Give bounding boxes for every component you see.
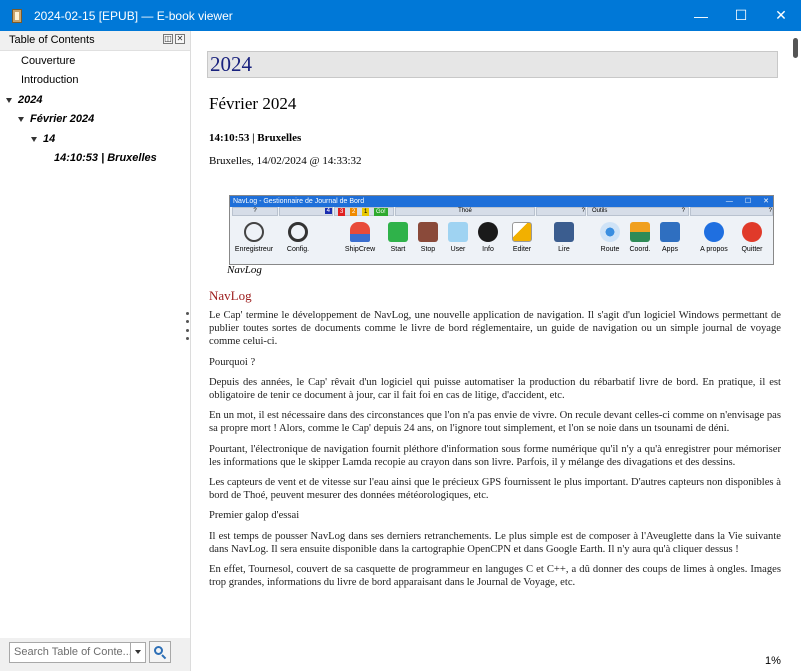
entry-location-line: Bruxelles, 14/02/2024 @ 14:33:32 xyxy=(209,155,362,167)
toc-item-label: Introduction xyxy=(21,74,79,86)
toc-item-label: 2024 xyxy=(18,94,43,106)
toc-sidebar: Table of Contents ◫ ✕ Couverture Introdu… xyxy=(0,31,191,671)
paragraph: Les capteurs de vent et de vitesse sur l… xyxy=(209,477,781,502)
navlog-ribbon-groups: ? 4 3 2 1 Go! Thoé ? Outils? ? xyxy=(230,207,775,216)
paragraph: Le Cap' termine le développement de NavL… xyxy=(209,310,781,348)
paragraph: Pourquoi ? xyxy=(209,356,256,368)
navlog-apropos-button: A propos xyxy=(694,217,734,264)
toc-item-label: Février 2024 xyxy=(30,113,95,125)
minimize-button[interactable]: — xyxy=(681,0,721,31)
article-title: NavLog xyxy=(209,288,252,303)
toc-item-label: Couverture xyxy=(21,55,76,67)
toc-search-input[interactable]: Search Table of Conte... xyxy=(9,641,131,663)
navlog-title-bar: NavLog - Gestionnaire de Journal de Bord… xyxy=(230,196,773,207)
search-icon xyxy=(154,646,167,660)
toc-item-label: 14:10:53 | Bruxelles xyxy=(54,152,157,164)
close-button[interactable]: ✕ xyxy=(761,0,801,31)
window-titlebar: 2024-02-15 [EPUB] — E-book viewer — ☐ ✕ xyxy=(0,0,801,31)
expand-arrow-icon[interactable] xyxy=(6,97,12,103)
toc-header-label: Table of Contents xyxy=(9,34,95,46)
toc-header: Table of Contents ◫ ✕ xyxy=(0,31,191,49)
entry-heading: 14:10:53 | Bruxelles xyxy=(209,132,302,144)
navlog-apps-button: Apps xyxy=(650,217,690,264)
toc-item-label: 14 xyxy=(43,133,56,145)
close-panel-button[interactable]: ✕ xyxy=(175,34,185,44)
expand-arrow-icon[interactable] xyxy=(31,136,37,142)
reading-progress-percent: 1% xyxy=(765,655,781,667)
toc-item-14-10-53-bruxelles[interactable]: 14:10:53 | Bruxelles xyxy=(54,149,157,167)
scrollbar-thumb[interactable] xyxy=(793,38,798,58)
book-content: 2024 Février 2024 14:10:53 | Bruxelles B… xyxy=(192,31,801,671)
toc-item-introduction[interactable]: Introduction xyxy=(21,71,78,89)
chapter-heading: 2024 xyxy=(207,51,778,78)
float-panel-button[interactable]: ◫ xyxy=(163,34,173,44)
vertical-scrollbar[interactable] xyxy=(789,31,801,653)
navlog-quitter-button: Quitter xyxy=(732,217,772,264)
paragraph: Depuis des années, le Cap' rêvait d'un l… xyxy=(209,376,781,402)
navlog-editer-button: Editer xyxy=(502,217,542,264)
search-history-dropdown[interactable] xyxy=(131,641,146,663)
toc-item-fevrier-2024[interactable]: Février 2024 xyxy=(18,110,94,128)
paragraph: En un mot, il est nécessaire dans des ci… xyxy=(209,410,781,435)
toc-item-2024[interactable]: 2024 xyxy=(6,91,42,109)
navlog-toolbar: Enregistreur Config. ShipCrew Start Stop… xyxy=(230,217,775,264)
toc-search-bar: Search Table of Conte... xyxy=(9,641,171,663)
window-title: 2024-02-15 [EPUB] — E-book viewer xyxy=(34,8,233,23)
toc-tree: Couverture Introduction 2024 Février 202… xyxy=(0,50,190,638)
navlog-screenshot-image: NavLog - Gestionnaire de Journal de Bord… xyxy=(229,195,774,265)
article-body: Le Cap' termine le développement de NavL… xyxy=(209,309,781,596)
navlog-lire-button: Lire xyxy=(544,217,584,264)
image-caption: NavLog xyxy=(227,264,262,276)
toc-item-couverture[interactable]: Couverture xyxy=(21,52,75,70)
navlog-config-button: Config. xyxy=(278,217,318,264)
paragraph: Pourtant, l'électronique de navigation f… xyxy=(209,443,781,468)
toc-item-14[interactable]: 14 xyxy=(31,130,55,148)
ebook-viewer-app-icon xyxy=(9,8,25,24)
panel-splitter-handle[interactable] xyxy=(186,312,189,340)
navlog-shipcrew-button: ShipCrew xyxy=(340,217,380,264)
toc-search-button[interactable] xyxy=(149,641,171,663)
navlog-enregistreur-button: Enregistreur xyxy=(234,217,274,264)
maximize-button[interactable]: ☐ xyxy=(721,0,761,31)
paragraph: En effet, Tournesol, couvert de sa casqu… xyxy=(209,564,781,589)
paragraph: Premier galop d'essai xyxy=(209,510,300,522)
chevron-down-icon xyxy=(135,650,141,654)
paragraph: Il est temps de pousser NavLog dans ses … xyxy=(209,530,781,555)
section-heading: Février 2024 xyxy=(209,94,297,113)
expand-arrow-icon[interactable] xyxy=(18,116,24,122)
